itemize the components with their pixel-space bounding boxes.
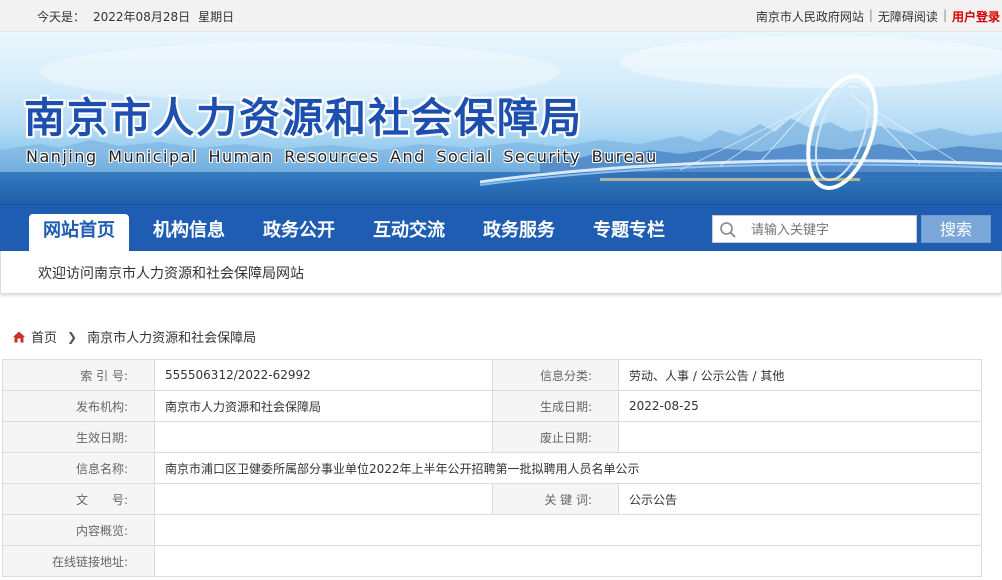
site-banner: 南京市人力资源和社会保障局 Nanjing Municipal Human Re…	[0, 32, 1002, 204]
breadcrumb-home-link[interactable]: 首页	[31, 327, 57, 346]
table-row: 发布机构: 南京市人力资源和社会保障局 生成日期: 2022-08-25	[2, 390, 982, 422]
effective-date-value	[154, 421, 493, 453]
search-icon	[720, 222, 736, 238]
nav-interaction[interactable]: 互动交流	[359, 214, 459, 252]
index-number-label: 索 引 号:	[2, 359, 155, 391]
content-summary-label: 内容概览:	[2, 514, 155, 546]
table-row: 生效日期: 废止日期:	[2, 421, 982, 453]
category-value: 劳动、人事 / 公示公告 / 其他	[618, 359, 982, 391]
search-input[interactable]	[751, 220, 911, 240]
divider: |	[868, 8, 873, 22]
gov-site-link[interactable]: 南京市人民政府网站	[756, 8, 864, 25]
content-summary-value	[154, 514, 982, 546]
document-number-label: 文 号:	[2, 483, 155, 515]
online-link-value	[154, 545, 982, 577]
search-box	[712, 215, 917, 243]
table-row: 索 引 号: 555506312/2022-62992 信息分类: 劳动、人事 …	[2, 359, 982, 391]
top-bar: 今天是： 2022年08月28日 星期日 南京市人民政府网站 | 无障碍阅读 | 用…	[0, 0, 1002, 32]
created-date-value: 2022-08-25	[618, 390, 982, 422]
breadcrumb-current-link[interactable]: 南京市人力资源和社会保障局	[87, 327, 256, 346]
chevron-right-icon: ❯	[67, 329, 78, 344]
accessible-reading-link[interactable]: 无障碍阅读	[878, 8, 938, 25]
home-icon	[13, 331, 25, 342]
current-date: 今天是： 2022年08月28日 星期日	[37, 8, 242, 25]
breadcrumb: 首页 ❯ 南京市人力资源和社会保障局	[12, 327, 256, 346]
info-name-value: 南京市浦口区卫健委所属部分事业单位2022年上半年公开招聘第一批拟聘用人员名单公…	[154, 452, 982, 484]
main-navigation: 网站首页 机构信息 政务公开 互动交流 政务服务 专题专栏 搜索	[0, 204, 1002, 252]
site-title-chinese: 南京市人力资源和社会保障局	[24, 94, 583, 142]
table-row: 在线链接地址:	[2, 545, 982, 577]
category-label: 信息分类:	[492, 359, 619, 391]
table-row: 文 号: 关 键 词: 公示公告	[2, 483, 982, 515]
publisher-label: 发布机构:	[2, 390, 155, 422]
date-label: 今天是：	[37, 10, 86, 24]
nav-government-services[interactable]: 政务服务	[469, 214, 569, 252]
nav-organization-info[interactable]: 机构信息	[139, 214, 239, 252]
effective-date-label: 生效日期:	[2, 421, 155, 453]
welcome-bar: 欢迎访问南京市人力资源和社会保障局网站	[0, 251, 1002, 294]
info-name-label: 信息名称:	[2, 452, 155, 484]
keyword-label: 关 键 词:	[492, 483, 619, 515]
keyword-value: 公示公告	[618, 483, 982, 515]
table-row: 信息名称: 南京市浦口区卫健委所属部分事业单位2022年上半年公开招聘第一批拟聘…	[2, 452, 982, 484]
table-row: 内容概览:	[2, 514, 982, 546]
document-number-value	[154, 483, 493, 515]
nav-government-affairs[interactable]: 政务公开	[249, 214, 349, 252]
nav-special-topics[interactable]: 专题专栏	[579, 214, 679, 252]
index-number-value: 555506312/2022-62992	[154, 359, 493, 391]
site-title-english: Nanjing Municipal Human Resources And So…	[26, 147, 658, 166]
user-login-link[interactable]: 用户登录	[952, 8, 1000, 25]
document-info-table: 索 引 号: 555506312/2022-62992 信息分类: 劳动、人事 …	[2, 359, 982, 577]
online-link-label: 在线链接地址:	[2, 545, 155, 577]
weekday: 星期日	[198, 10, 235, 24]
created-date-label: 生成日期:	[492, 390, 619, 422]
welcome-text: 欢迎访问南京市人力资源和社会保障局网站	[38, 266, 304, 282]
date-value: 2022年08月28日	[93, 10, 191, 24]
publisher-value: 南京市人力资源和社会保障局	[154, 390, 493, 422]
abolish-date-label: 废止日期:	[492, 421, 619, 453]
nav-home[interactable]: 网站首页	[29, 214, 129, 252]
search-button[interactable]: 搜索	[921, 215, 991, 243]
top-links: 南京市人民政府网站 | 无障碍阅读 | 用户登录	[756, 8, 1000, 25]
abolish-date-value	[618, 421, 982, 453]
divider: |	[942, 8, 947, 22]
